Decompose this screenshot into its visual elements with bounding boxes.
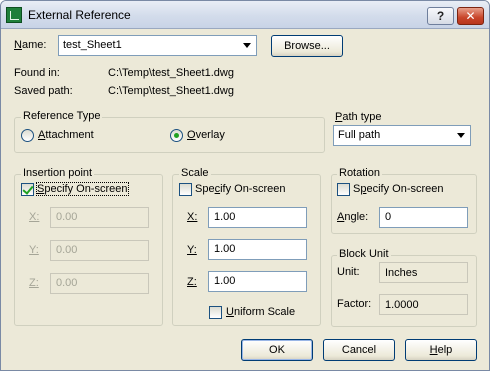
insertion-specify-rest: pecify On-screen [44, 183, 128, 195]
insertion-x-value: 0.00 [56, 211, 78, 223]
attachment-radio[interactable] [21, 129, 34, 142]
overlay-label[interactable]: Overlay [187, 129, 225, 141]
insertion-z-label: Z: [29, 277, 39, 289]
chevron-down-icon [457, 133, 465, 138]
name-label-rest: ame: [21, 39, 47, 51]
name-dropdown-value: test_Sheet1 [63, 39, 122, 51]
angle-label: Angle: [337, 211, 368, 223]
ok-button-label: OK [269, 344, 285, 356]
found-in-value: C:\Temp\test_Sheet1.dwg [108, 67, 234, 79]
window-title: External Reference [28, 8, 131, 22]
cancel-button-label: Cancel [341, 344, 377, 356]
factor-label: Factor: [337, 298, 372, 310]
help-rest: elp [437, 344, 453, 356]
scale-specify-pre: Spe [195, 183, 215, 195]
insertion-point-title: Insertion point [21, 167, 95, 179]
angle-rest: ngle: [344, 211, 369, 223]
name-label-mnemonic: N [14, 39, 22, 51]
scale-title: Scale [179, 167, 211, 179]
angle-value: 0 [385, 211, 392, 223]
browse-button-label: Browse... [284, 40, 330, 52]
insertion-specify-label[interactable]: Specify On-screen [36, 182, 129, 196]
unit-value: Inches [385, 267, 418, 279]
block-unit-title: Block Unit [337, 248, 391, 260]
unit-label: Unit: [337, 266, 360, 278]
rotation-specify-label[interactable]: Specify On-screen [353, 183, 444, 195]
autocad-app-icon [6, 7, 22, 23]
ok-button[interactable]: OK [241, 339, 313, 361]
insertion-x-label-text: X: [29, 211, 40, 223]
insertion-z-input[interactable]: 0.00 [50, 273, 149, 294]
scale-specify-checkbox[interactable] [179, 183, 192, 196]
help-mnemonic: H [429, 344, 438, 356]
insertion-x-label: X: [29, 211, 39, 223]
attachment-label[interactable]: Attachment [38, 129, 94, 141]
scale-z-label: Z: [187, 276, 197, 288]
path-type-label: Path type [335, 111, 381, 123]
external-reference-dialog: External Reference ? ✕ Name: test_Sheet1… [0, 0, 490, 371]
name-label: Name: [14, 39, 46, 51]
factor-value: 1.0000 [385, 299, 419, 311]
insertion-y-label-text: Y: [29, 244, 39, 256]
overlay-radio[interactable] [170, 129, 183, 142]
scale-y-label: Y: [187, 244, 197, 256]
title-bar[interactable]: External Reference ? ✕ [1, 1, 489, 29]
found-in-label: Found in: [14, 67, 60, 79]
insertion-y-value: 0.00 [56, 244, 78, 256]
path-type-value: Full path [338, 129, 381, 141]
scale-y-value: 1.00 [214, 243, 236, 255]
insertion-y-label: Y: [29, 244, 39, 256]
attachment-rest: ttachment [45, 129, 94, 141]
browse-button[interactable]: Browse... [271, 35, 343, 57]
reference-type-title: Reference Type [21, 110, 103, 122]
scale-x-input[interactable]: 1.00 [208, 207, 307, 228]
scale-specify-rest: ify On-screen [220, 183, 286, 195]
uniform-scale-mnemonic: U [226, 306, 234, 318]
scale-specify-label[interactable]: Specify On-screen [195, 183, 286, 195]
saved-path-label: Saved path: [14, 85, 73, 97]
uniform-scale-rest: niform Scale [233, 306, 296, 318]
path-type-rest: ath type [342, 111, 382, 123]
scale-z-value: 1.00 [214, 275, 236, 287]
factor-value-box: 1.0000 [379, 294, 468, 315]
uniform-scale-label[interactable]: Uniform Scale [226, 306, 295, 318]
angle-input[interactable]: 0 [379, 207, 468, 228]
help-button[interactable]: Help [405, 339, 477, 361]
saved-path-value: C:\Temp\test_Sheet1.dwg [108, 85, 234, 97]
scale-x-label-text: X: [187, 211, 198, 223]
overlay-rest: verlay [195, 129, 225, 141]
cancel-button[interactable]: Cancel [323, 339, 395, 361]
rotation-title: Rotation [337, 167, 382, 179]
scale-y-label-text: Y: [187, 244, 197, 256]
close-icon[interactable]: ✕ [457, 7, 484, 25]
rotation-specify-checkbox[interactable] [337, 183, 350, 196]
chevron-down-icon [243, 43, 251, 48]
help-icon[interactable]: ? [427, 7, 454, 25]
rotation-specify-rest: ecify On-screen [366, 183, 444, 195]
unit-value-box: Inches [379, 262, 468, 283]
scale-x-label: X: [187, 211, 197, 223]
insertion-specify-checkbox[interactable] [21, 183, 34, 196]
insertion-z-value: 0.00 [56, 277, 78, 289]
scale-y-input[interactable]: 1.00 [208, 239, 307, 260]
scale-x-value: 1.00 [214, 211, 236, 223]
insertion-x-input[interactable]: 0.00 [50, 207, 149, 228]
insertion-z-label-text: Z: [29, 277, 39, 289]
scale-z-input[interactable]: 1.00 [208, 271, 307, 292]
name-dropdown[interactable]: test_Sheet1 [58, 35, 257, 56]
insertion-y-input[interactable]: 0.00 [50, 240, 149, 261]
overlay-mnemonic: O [187, 129, 196, 141]
scale-z-label-text: Z: [187, 276, 197, 288]
uniform-scale-checkbox[interactable] [209, 306, 222, 319]
path-type-dropdown[interactable]: Full path [333, 125, 471, 146]
